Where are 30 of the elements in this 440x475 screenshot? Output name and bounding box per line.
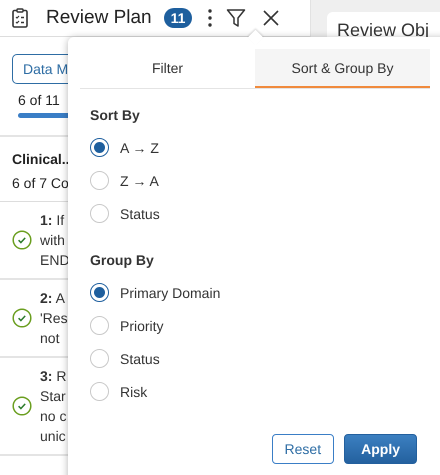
clipboard-icon: [12, 8, 28, 28]
option-label: Z → A: [120, 172, 159, 188]
radio-button[interactable]: [90, 138, 109, 157]
option-label: Priority: [120, 318, 164, 334]
check-circle-icon: [12, 396, 32, 416]
progress-text: 6 of 11: [18, 92, 60, 108]
option-label: Risk: [120, 384, 148, 400]
section-heading: Group By: [90, 252, 155, 268]
option-label: A → Z: [120, 140, 159, 156]
section-heading: Sort By: [90, 107, 141, 123]
radio-button[interactable]: [90, 283, 109, 302]
check-circle-icon: [12, 308, 32, 328]
count-badge: 11: [164, 8, 192, 28]
option-label: Status: [120, 350, 160, 366]
item-text: 2: A 'Res not: [40, 289, 68, 348]
more-icon[interactable]: [208, 9, 212, 27]
filter-icon[interactable]: [226, 8, 246, 28]
close-icon[interactable]: [263, 10, 280, 26]
item-text: 1: If with END: [40, 211, 70, 270]
option-label: Primary Domain: [120, 284, 220, 300]
check-circle-icon: [12, 230, 32, 250]
item-text: 3: R Star no c unic: [40, 367, 66, 446]
tab[interactable]: Sort & Group By: [255, 49, 430, 88]
option-label: Status: [120, 206, 160, 222]
apply-button[interactable]: Apply: [344, 434, 417, 464]
group-title: Clinical..: [12, 151, 70, 167]
group-subtitle: 6 of 7 Co: [12, 175, 69, 191]
card-title: Review Obj: [337, 20, 430, 40]
reset-button[interactable]: Reset: [272, 434, 334, 464]
panel-title: Review Plan: [46, 7, 152, 29]
